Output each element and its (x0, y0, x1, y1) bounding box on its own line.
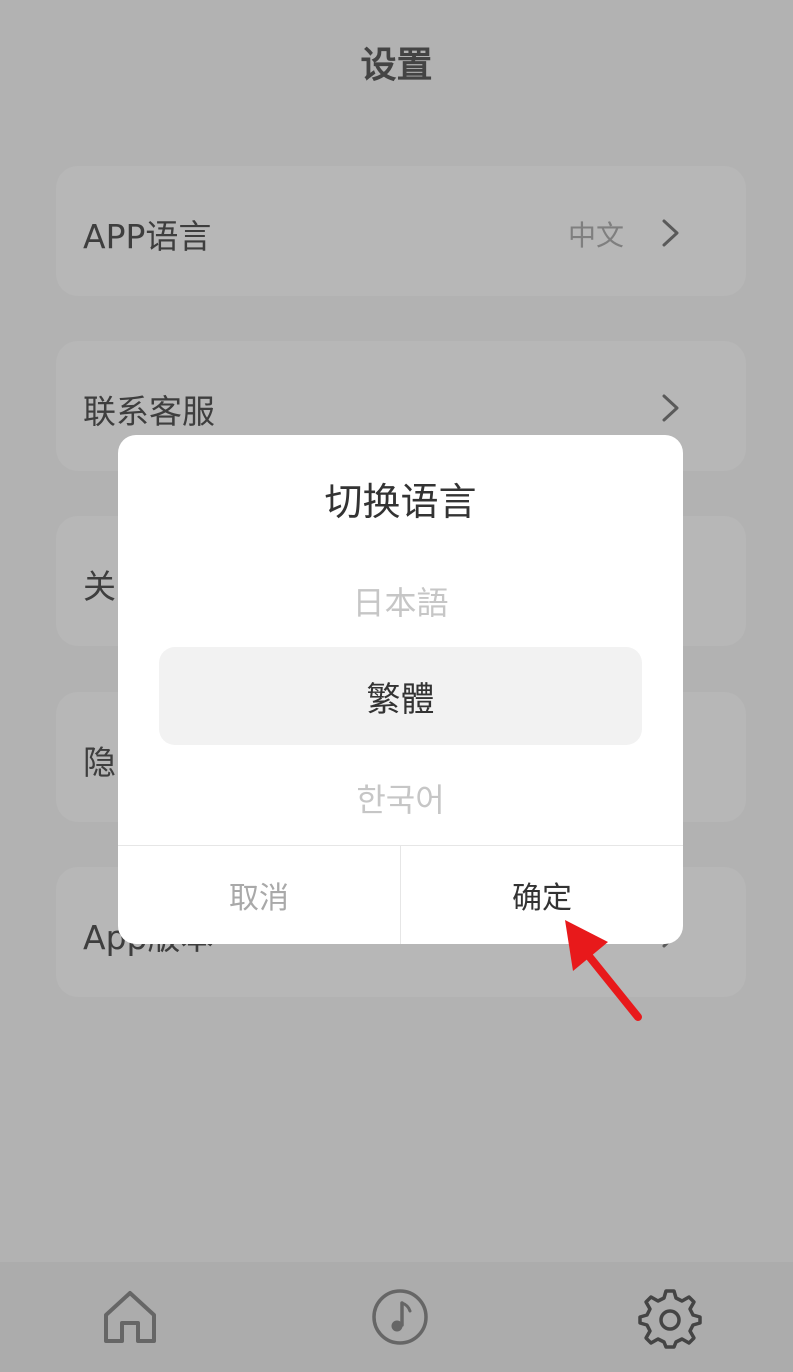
settings-item-label: 隐 (83, 743, 116, 782)
tab-music[interactable] (368, 1285, 432, 1349)
tab-settings[interactable] (638, 1285, 702, 1349)
chevron-right-icon (662, 219, 679, 247)
cancel-button[interactable]: 取消 (118, 846, 400, 944)
gear-icon (638, 1289, 702, 1349)
settings-item-label: APP语言 (83, 217, 212, 256)
language-dialog: 切换语言 日本語 繁體 한국어 取消 确定 (118, 435, 683, 944)
language-option-korean[interactable]: 한국어 (118, 775, 683, 821)
home-icon (104, 1291, 156, 1343)
settings-item-app-language[interactable]: APP语言 中文 (56, 166, 746, 296)
red-arrow-annotation (565, 920, 642, 1021)
chevron-right-icon (662, 394, 679, 422)
tab-home[interactable] (98, 1285, 162, 1349)
settings-item-label: 联系客服 (83, 392, 215, 431)
language-option-japanese[interactable]: 日本語 (118, 578, 683, 624)
settings-item-label: 关 (83, 567, 116, 606)
bottom-tab-bar (0, 1262, 793, 1372)
music-note-icon (372, 1289, 428, 1345)
dialog-title: 切换语言 (324, 480, 477, 524)
page-title: 设置 (360, 45, 433, 86)
settings-item-value: 中文 (567, 219, 624, 252)
language-option-traditional-chinese[interactable]: 繁體 (118, 672, 683, 721)
